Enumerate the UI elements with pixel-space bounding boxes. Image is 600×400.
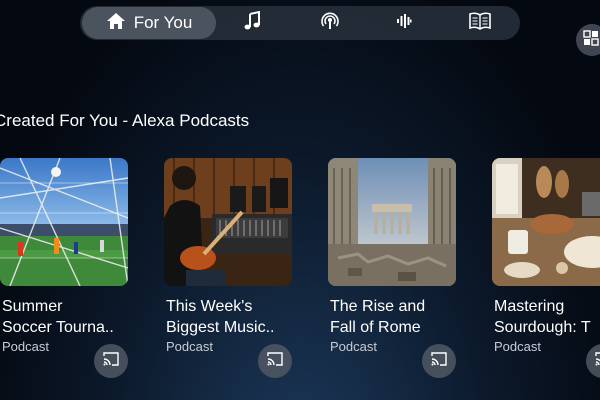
sourdough-kitchen-image <box>492 158 600 286</box>
podcast-card[interactable]: Mastering Sourdough: T Podcast <box>492 158 600 400</box>
tab-books[interactable] <box>458 6 502 40</box>
audio-waveform-icon <box>396 13 412 34</box>
cast-button[interactable] <box>422 344 456 378</box>
podcast-card[interactable]: The Rise and Fall of Rome Podcast <box>328 158 458 378</box>
tab-podcasts[interactable] <box>308 6 352 40</box>
card-type: Podcast <box>2 339 49 354</box>
cast-icon <box>267 351 283 371</box>
book-icon <box>469 12 491 35</box>
tab-for-you[interactable]: For You <box>82 7 216 39</box>
cast-icon <box>103 351 119 371</box>
card-title: The Rise and Fall of Rome <box>330 298 426 336</box>
soccer-match-image <box>0 158 128 286</box>
card-title: Mastering Sourdough: T <box>494 298 591 336</box>
screen-settings-button[interactable] <box>576 24 600 56</box>
cast-button[interactable] <box>258 344 292 378</box>
card-type: Podcast <box>330 339 377 354</box>
card-title: Summer Soccer Tourna.. <box>2 298 114 336</box>
tab-for-you-label: For You <box>133 13 193 32</box>
card-title: This Week's Biggest Music.. <box>166 298 275 336</box>
cast-button[interactable] <box>94 344 128 378</box>
podcast-icon <box>320 11 340 36</box>
guitarist-studio-image <box>164 158 292 286</box>
tab-music[interactable] <box>230 6 274 40</box>
top-navigation: For You <box>80 6 520 40</box>
card-type: Podcast <box>494 339 541 354</box>
cast-icon <box>431 351 447 371</box>
music-note-icon <box>242 10 262 36</box>
podcast-card[interactable]: This Week's Biggest Music.. Podcast <box>164 158 294 378</box>
cast-button[interactable] <box>586 344 600 378</box>
roman-ruins-image <box>328 158 456 286</box>
cast-icon <box>595 351 600 371</box>
home-icon <box>106 11 126 36</box>
settings-grid-icon <box>583 29 599 51</box>
podcast-card[interactable]: Summer Soccer Tourna.. Podcast <box>0 158 130 378</box>
tab-audio[interactable] <box>382 6 426 40</box>
card-type: Podcast <box>166 339 213 354</box>
section-title: Created For You - Alexa Podcasts <box>0 111 250 130</box>
